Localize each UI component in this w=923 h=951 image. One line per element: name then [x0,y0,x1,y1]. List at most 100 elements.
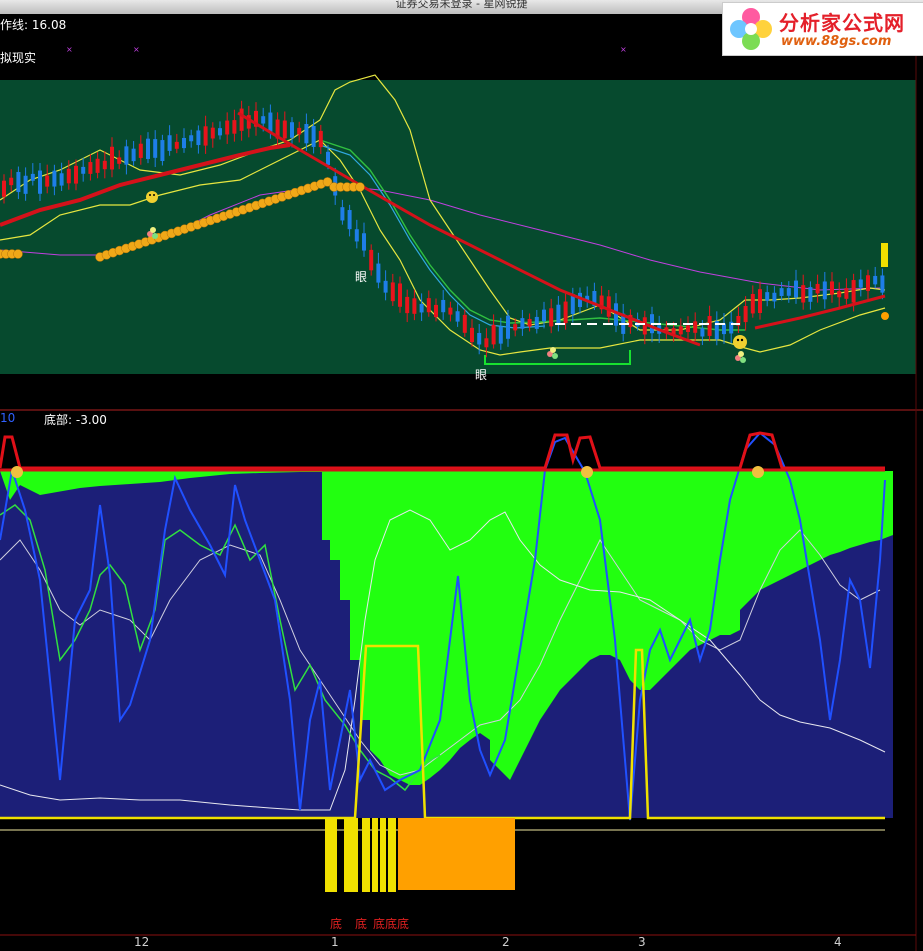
smiley-icon [146,191,158,203]
logo-title: 分析家公式网 [779,11,905,35]
candle-body [801,285,806,303]
candle-body [412,298,417,314]
candle-body [290,122,294,138]
candle-body [2,180,6,197]
candle-body [794,280,798,298]
svg-text:×: × [133,45,140,54]
smiley-icon [752,466,764,478]
candle-body [138,143,143,158]
candle-body [506,315,510,339]
candle-body [95,158,100,173]
candle-body [722,323,726,335]
candle-body [304,123,309,144]
cross-marker-icon: × × × [66,45,627,54]
candle-body [74,165,78,184]
candle-body [66,168,71,184]
candle-body [606,296,611,317]
candle-body [851,280,856,303]
candle-body [405,296,410,314]
candle-body [686,325,690,333]
svg-text:×: × [620,45,627,54]
candle-body [146,138,150,159]
candle-body [239,108,244,131]
candle-body [779,288,784,296]
candle-body [160,140,165,162]
yellow-price-marker [881,243,888,267]
candle-body [743,305,748,323]
candle-body [88,162,93,174]
candle-body [59,173,64,186]
smiley-icon [11,466,23,478]
flower-logo-icon [730,8,772,50]
candle-body [210,127,215,139]
chart-canvas[interactable]: × × × [0,0,923,951]
bottom-signal-bars [325,818,515,892]
candle-body [484,338,489,348]
time-axis-label: 1 [331,935,339,949]
candle-body [347,210,352,230]
candle-body [830,281,834,295]
candle-body [369,249,374,271]
candle-body [182,137,186,149]
candle-body [326,151,330,166]
candle-body [38,170,42,194]
oscillator-axis-label: 10 [0,411,16,425]
oscillator-indicator-label: 底部: -3.00 [44,413,107,427]
bottom-marker: 底 [330,917,343,931]
candle-body [297,127,302,135]
candle-body [311,126,316,147]
candle-body [362,233,366,251]
candle-body [520,318,525,329]
time-axis-label: 4 [834,935,842,949]
candle-body [786,288,791,296]
candle-body [441,299,446,313]
red-peak-line [0,431,885,470]
candle-body [527,318,532,327]
candle-body [81,166,86,174]
golden-dot [13,249,23,259]
candle-body [491,324,496,345]
candle-body [808,287,813,302]
candle-body [750,293,755,314]
candle-body [462,314,467,333]
panel-side-label: 拟现实 [0,51,37,65]
candle-body [700,328,705,337]
candle-body [167,135,172,151]
candle-body [383,280,388,293]
candle-body [758,289,762,314]
candle-body [844,288,849,299]
candle-body [772,292,777,302]
candle-body [470,327,474,343]
logo-url: www.88gs.com [781,34,892,49]
candle-body [16,171,21,193]
smiley-icon [581,466,593,478]
candle-body [9,177,14,186]
candle-body [426,298,431,313]
candle-body [765,292,770,301]
candle-body [153,139,158,158]
time-axis-label: 2 [502,935,510,949]
candle-body [376,263,381,283]
candle-body [261,116,266,124]
golden-dot [355,182,365,192]
price-panel-background [0,80,916,374]
svg-text:×: × [66,45,73,54]
candle-body [563,301,568,324]
bottom-marker: 底 [355,917,368,931]
candle-body [398,283,402,307]
candle-body [102,160,107,170]
candle-body [340,207,345,221]
smiley-icon [733,335,747,349]
candle-body [174,141,179,149]
candle-body [448,307,453,315]
candle-body [477,332,482,345]
candle-body [117,157,122,164]
candle-body [693,321,698,333]
candle-body [110,146,114,170]
site-logo[interactable]: 分析家公式网 www.88gs.com [722,2,923,56]
candle-body [707,316,712,336]
candle-body [131,148,136,162]
candle-body [218,128,222,136]
candle-body [513,324,518,331]
candle-body [196,130,201,146]
